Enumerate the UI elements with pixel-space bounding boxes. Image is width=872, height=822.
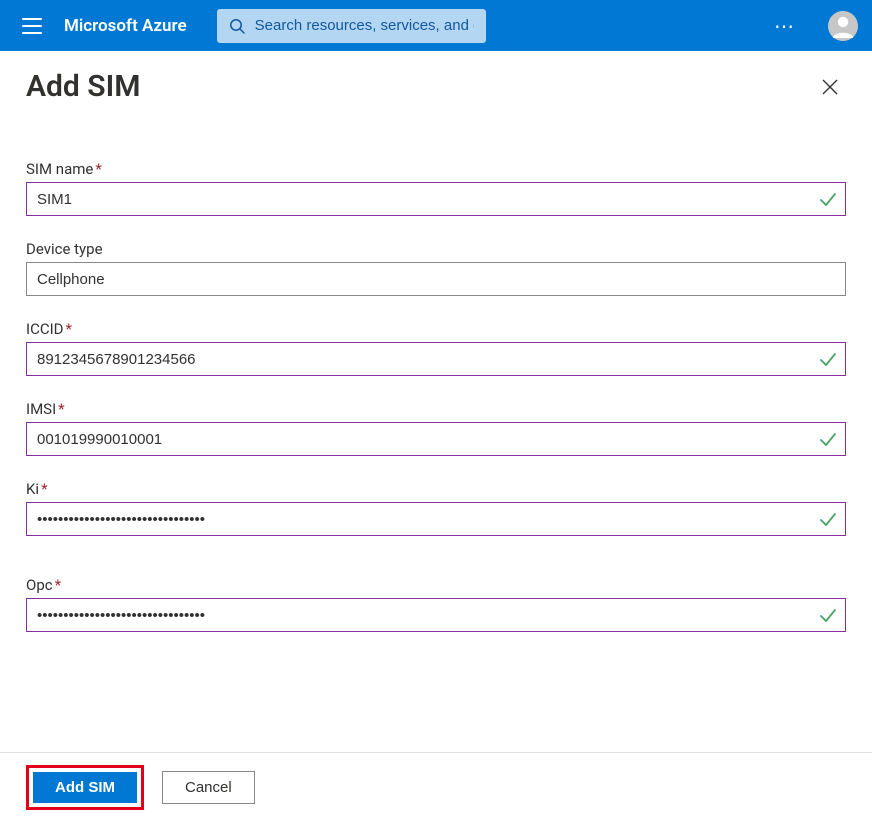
cancel-button[interactable]: Cancel (162, 771, 255, 804)
field-imsi: IMSI* (26, 400, 846, 456)
page-title: Add SIM (26, 69, 140, 104)
opc-input[interactable] (26, 598, 846, 632)
highlight-box: Add SIM (26, 765, 144, 810)
ki-label: Ki* (26, 480, 846, 498)
field-ki: Ki* (26, 480, 846, 536)
iccid-label: ICCID* (26, 320, 846, 338)
page-header: Add SIM (0, 51, 872, 104)
imsi-input[interactable] (26, 422, 846, 456)
hamburger-icon[interactable] (22, 14, 46, 38)
close-icon (821, 78, 839, 96)
top-bar: Microsoft Azure ⋯ (0, 0, 872, 51)
footer-bar: Add SIM Cancel (0, 752, 872, 822)
device-type-input[interactable] (26, 262, 846, 296)
close-button[interactable] (818, 75, 842, 99)
sim-name-label: SIM name* (26, 160, 846, 178)
search-icon (229, 18, 245, 34)
imsi-label: IMSI* (26, 400, 846, 418)
iccid-input[interactable] (26, 342, 846, 376)
search-input[interactable] (255, 17, 475, 34)
field-opc: Opc* (26, 576, 846, 632)
add-sim-button[interactable]: Add SIM (33, 772, 137, 803)
device-type-label: Device type (26, 240, 846, 258)
field-sim-name: SIM name* (26, 160, 846, 216)
field-iccid: ICCID* (26, 320, 846, 376)
avatar[interactable] (828, 11, 858, 41)
add-sim-form: SIM name* Device type ICCID* IMSI* (0, 104, 872, 632)
more-icon[interactable]: ⋯ (768, 14, 802, 38)
search-box[interactable] (217, 9, 487, 43)
sim-name-input[interactable] (26, 182, 846, 216)
brand-label: Microsoft Azure (64, 16, 187, 36)
field-device-type: Device type (26, 240, 846, 296)
opc-label: Opc* (26, 576, 846, 594)
ki-input[interactable] (26, 502, 846, 536)
